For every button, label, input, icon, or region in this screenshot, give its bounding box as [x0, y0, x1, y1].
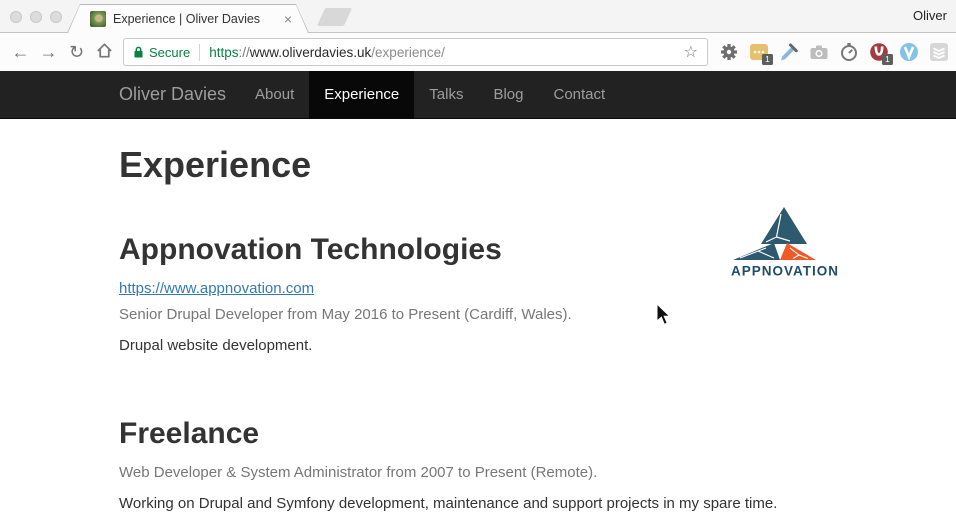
nav-item-talks[interactable]: Talks [414, 71, 478, 118]
red-circle-extension-button[interactable]: 1 [869, 42, 889, 62]
browser-titlebar: Experience | Oliver Davies × Oliver [0, 0, 956, 33]
page-content: Experience Appnovation Technologies http… [0, 119, 956, 523]
url-path: /experience/ [371, 45, 445, 60]
browser-tab[interactable]: Experience | Oliver Davies × [67, 4, 309, 33]
nav-item-about[interactable]: About [240, 71, 309, 118]
eyedropper-icon [779, 42, 799, 62]
window-zoom-button[interactable] [50, 11, 62, 23]
home-button[interactable] [92, 41, 117, 63]
appnovation-logo-text: APPNOVATION [731, 263, 839, 278]
eyedropper-extension-button[interactable] [779, 42, 799, 62]
section-heading: Appnovation Technologies [119, 233, 721, 266]
back-button[interactable]: ← [8, 43, 33, 61]
site-navbar: Oliver Davies About Experience Talks Blo… [0, 71, 956, 119]
url-host: www.oliverdavies.uk [250, 45, 372, 60]
section-paragraph: Working on Drupal and Symfony developmen… [119, 493, 851, 515]
timer-icon [839, 42, 859, 62]
blue-v-icon [899, 42, 919, 62]
home-icon [95, 41, 114, 60]
site-brand-link[interactable]: Oliver Davies [119, 71, 226, 118]
role-summary: Web Developer & System Administrator fro… [119, 462, 851, 484]
appnovation-link[interactable]: https://www.appnovation.com [119, 280, 314, 297]
security-chip[interactable]: Secure [133, 45, 190, 60]
tab-title: Experience | Oliver Davies [113, 12, 278, 26]
window-minimize-button[interactable] [30, 11, 42, 23]
site-nav: About Experience Talks Blog Contact [240, 71, 620, 118]
sticky-note-extension-button[interactable]: 1 [749, 42, 769, 62]
section-paragraph: Drupal website development. [119, 335, 721, 357]
blue-v-extension-button[interactable] [899, 42, 919, 62]
gear-icon [719, 42, 739, 62]
extension-badge: 1 [882, 54, 893, 65]
appnovation-logo: APPNOVATION [728, 203, 843, 279]
url-scheme: https [209, 45, 238, 60]
section-freelance: Freelance Web Developer & System Adminis… [119, 417, 851, 523]
reload-button[interactable]: ↻ [64, 43, 89, 61]
bookmark-star-icon[interactable]: ☆ [684, 42, 698, 62]
browser-profile-name[interactable]: Oliver [913, 8, 947, 23]
gear-extension-button[interactable] [719, 42, 739, 62]
url-separator: :// [238, 45, 249, 60]
browser-toolbar: ← → ↻ Secure https://www.oliverdavies.uk… [0, 33, 956, 71]
secure-label: Secure [149, 45, 190, 60]
tab-favicon [90, 11, 106, 27]
window-close-button[interactable] [10, 11, 22, 23]
camera-icon [809, 42, 829, 62]
layers-icon [929, 42, 949, 62]
extension-badge: 1 [762, 54, 773, 65]
omnibox-divider [199, 44, 200, 61]
lock-icon [133, 45, 144, 59]
section-appnovation: Appnovation Technologies https://www.app… [119, 201, 851, 365]
section-heading: Freelance [119, 417, 851, 450]
tab-close-icon[interactable]: × [284, 12, 292, 26]
page-title: Experience [119, 145, 851, 185]
nav-item-blog[interactable]: Blog [478, 71, 538, 118]
role-summary: Senior Drupal Developer from May 2016 to… [119, 304, 721, 326]
window-controls[interactable] [10, 11, 62, 23]
nav-item-contact[interactable]: Contact [539, 71, 621, 118]
camera-extension-button[interactable] [809, 42, 829, 62]
timer-extension-button[interactable] [839, 42, 859, 62]
layers-extension-button[interactable] [929, 42, 949, 62]
address-bar[interactable]: Secure https://www.oliverdavies.uk/exper… [123, 38, 708, 66]
forward-button[interactable]: → [36, 43, 61, 61]
nav-item-experience[interactable]: Experience [309, 71, 414, 118]
extension-icons-row: 1 1 [719, 42, 949, 62]
url-text[interactable]: https://www.oliverdavies.uk/experience/ [209, 45, 675, 60]
new-tab-button[interactable] [317, 8, 352, 26]
